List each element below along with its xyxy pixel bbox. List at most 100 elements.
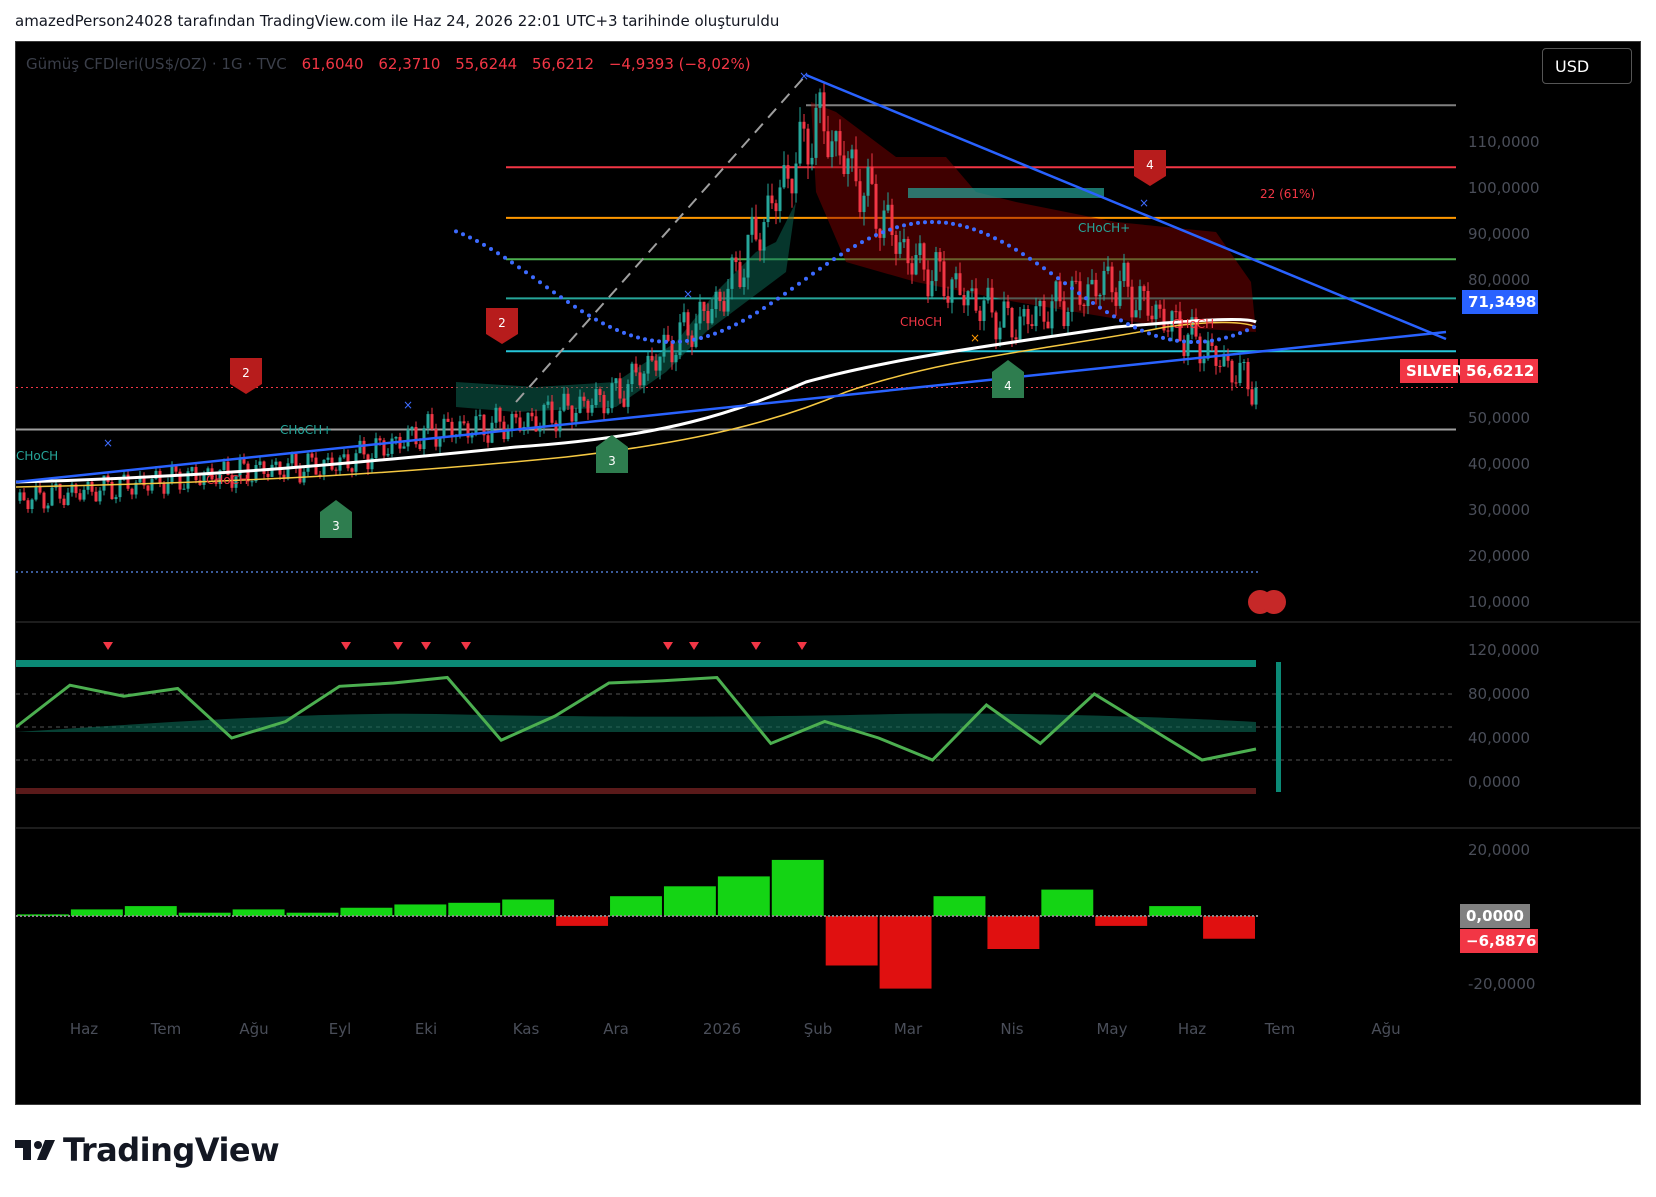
chart-frame[interactable]: 2 2 3 3 4 4 CHoCH CHoCH+ CHoCH CHoCH CHoCH+ CHoCH 22… bbox=[15, 41, 1641, 1105]
price-axis-label: 90,0000 bbox=[1468, 225, 1530, 243]
candle-body bbox=[1138, 286, 1142, 311]
candle-body bbox=[146, 485, 150, 491]
candle-body bbox=[430, 414, 434, 430]
choch-label: CHoCH+ bbox=[280, 423, 332, 437]
time-axis-label: Eyl bbox=[329, 1020, 352, 1038]
cross-marker: × bbox=[103, 436, 113, 450]
parabolic-sar-dot bbox=[1021, 252, 1025, 257]
time-axis-label: Haz bbox=[70, 1020, 98, 1038]
candle-body bbox=[374, 438, 378, 459]
candle-body bbox=[782, 165, 786, 188]
parabolic-sar-dot bbox=[475, 239, 479, 244]
candle-body bbox=[746, 234, 750, 278]
time-axis-label: Ara bbox=[603, 1020, 629, 1038]
candle-body bbox=[474, 416, 478, 435]
candle-body bbox=[734, 257, 738, 263]
candle-body bbox=[1010, 308, 1014, 338]
currency-button[interactable]: USD bbox=[1542, 48, 1632, 84]
parabolic-sar-dot bbox=[1133, 325, 1137, 330]
parabolic-sar-dot bbox=[671, 339, 675, 344]
parabolic-sar-dot bbox=[1091, 301, 1095, 306]
candle-body bbox=[934, 252, 938, 282]
candle-body bbox=[530, 412, 534, 417]
parabolic-sar-dot bbox=[720, 328, 724, 333]
legend-low: 55,6244 bbox=[455, 55, 518, 73]
price-axis-label: 20,0000 bbox=[1468, 547, 1530, 565]
candle-body bbox=[1150, 315, 1154, 320]
macd-zero-tag: 0,0000 bbox=[1460, 904, 1530, 928]
time-axis[interactable]: Haz Tem Ağu Eyl Eki Kas Ara 2026 Şub Mar Nis May Haz… bbox=[70, 1020, 1401, 1038]
parabolic-sar-dot bbox=[1196, 339, 1200, 344]
parabolic-sar-dot bbox=[601, 321, 605, 326]
candle-body bbox=[674, 355, 678, 363]
candle-body bbox=[1114, 292, 1118, 306]
level-price-tag: 71,3498 bbox=[1462, 290, 1538, 314]
cross-marker: × bbox=[1139, 196, 1149, 210]
parabolic-sar-dot bbox=[790, 286, 794, 291]
parabolic-sar-dot bbox=[461, 232, 465, 237]
legend-open: 61,6040 bbox=[301, 55, 364, 73]
parabolic-sar-dot bbox=[1000, 239, 1004, 244]
parabolic-sar-dot bbox=[748, 314, 752, 319]
parabolic-sar-dot bbox=[496, 251, 500, 256]
candle-body bbox=[958, 273, 962, 296]
oscillator-gauge bbox=[1276, 662, 1281, 792]
sell-signal-marker bbox=[421, 642, 431, 650]
candle-body bbox=[78, 493, 82, 500]
parabolic-sar-dot bbox=[1112, 314, 1116, 319]
candle-body bbox=[1058, 281, 1062, 302]
time-axis-label: Şub bbox=[804, 1020, 833, 1038]
candle-body bbox=[378, 438, 382, 441]
macd-histogram: 20,0000 0,0000 -20,0000 bbox=[16, 841, 1535, 993]
candle-body bbox=[1250, 389, 1254, 405]
symbol-legend: Gümüş CFDleri(US$/OZ) · 1G · TVC 61,6040… bbox=[26, 55, 751, 73]
candle-body bbox=[834, 131, 838, 142]
wave-label-text: 4 bbox=[1146, 158, 1154, 172]
legend-high: 62,3710 bbox=[378, 55, 441, 73]
candle-body bbox=[926, 269, 930, 297]
oscillator-axis-label: 0,0000 bbox=[1468, 773, 1521, 791]
candle-body bbox=[898, 242, 902, 254]
sell-signal-marker bbox=[689, 642, 699, 650]
candle-body bbox=[1242, 361, 1246, 363]
candle-body bbox=[814, 107, 818, 158]
candle-body bbox=[778, 187, 782, 212]
parabolic-sar-dot bbox=[489, 246, 493, 251]
parabolic-sar-dot bbox=[853, 244, 857, 249]
parabolic-sar-dot bbox=[1154, 333, 1158, 338]
parabolic-sar-dot bbox=[1147, 331, 1151, 336]
parabolic-sar-dot bbox=[776, 296, 780, 301]
parabolic-sar-dot bbox=[902, 223, 906, 228]
candle-body bbox=[114, 497, 118, 500]
parabolic-sar-dot bbox=[846, 248, 850, 253]
candle-body bbox=[758, 239, 762, 251]
macd-bar bbox=[610, 896, 662, 916]
cross-marker-orange: × bbox=[970, 331, 980, 345]
parabolic-sar-dot bbox=[692, 337, 696, 342]
macd-axis-label: -20,0000 bbox=[1468, 975, 1535, 993]
price-chart-svg[interactable]: 2 2 3 3 4 4 CHoCH CHoCH+ CHoCH CHoCH CHoCH+ CHoCH 22… bbox=[16, 42, 1641, 1105]
parabolic-sar-dot bbox=[664, 339, 668, 344]
candle-body bbox=[742, 277, 746, 288]
candle-body bbox=[250, 481, 254, 483]
candle-body bbox=[630, 363, 634, 385]
candle-body bbox=[130, 488, 134, 495]
candle-body bbox=[1042, 300, 1046, 322]
candle-body bbox=[258, 461, 262, 466]
parabolic-sar-dot bbox=[1231, 333, 1235, 338]
candle-body bbox=[1002, 301, 1006, 328]
parabolic-sar-dot bbox=[993, 236, 997, 241]
parabolic-sar-dot bbox=[818, 266, 822, 271]
parabolic-sar-dot bbox=[657, 339, 661, 344]
oscillator-top-band bbox=[16, 660, 1256, 667]
candle-body bbox=[838, 131, 842, 156]
sell-signal-marker bbox=[103, 642, 113, 650]
candle-body bbox=[650, 355, 654, 361]
candle-body bbox=[962, 295, 966, 306]
choch-label: CHoCH+ bbox=[1078, 221, 1130, 235]
candle-body bbox=[1238, 362, 1242, 383]
candle-body bbox=[286, 463, 290, 479]
candle-body bbox=[946, 296, 950, 303]
macd-bar bbox=[502, 899, 555, 916]
tradingview-logo[interactable]: TradingView bbox=[15, 1130, 280, 1170]
